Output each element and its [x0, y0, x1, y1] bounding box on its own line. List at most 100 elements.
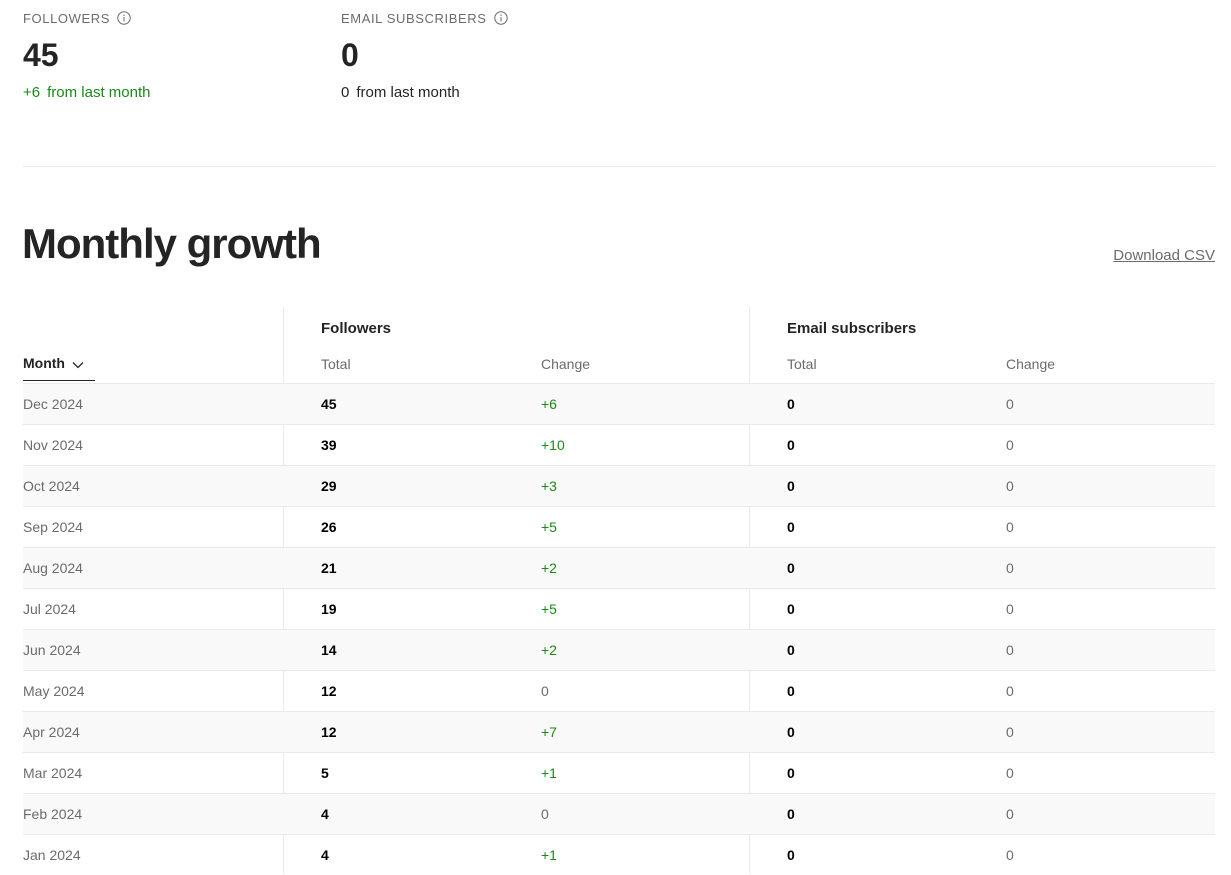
- table-row: Jul 2024 19 +5 0 0: [23, 588, 1215, 629]
- email-change-cell: 0: [1006, 806, 1014, 822]
- table-row: Feb 2024 4 0 0 0: [23, 793, 1215, 834]
- email-total-cell: 0: [787, 601, 795, 617]
- page-title: Monthly growth: [22, 220, 322, 267]
- email-subscribers-group-header: Email subscribers: [787, 320, 917, 337]
- followers-change-cell: +10: [541, 437, 565, 453]
- month-cell: Mar 2024: [23, 765, 83, 781]
- month-cell: Nov 2024: [23, 437, 83, 453]
- followers-change-cell: +1: [541, 847, 557, 863]
- email-total-cell: 0: [787, 437, 795, 453]
- followers-total-cell: 26: [321, 519, 337, 535]
- email-change-cell: 0: [1006, 765, 1014, 781]
- followers-change-cell: +2: [541, 560, 557, 576]
- followers-total-cell: 19: [321, 601, 337, 617]
- followers-change: +6 from last month: [23, 84, 150, 102]
- followers-change-cell: +1: [541, 765, 557, 781]
- email-change-cell: 0: [1006, 560, 1014, 576]
- table-row: May 2024 12 0 0 0: [23, 670, 1215, 711]
- email-total-cell: 0: [787, 683, 795, 699]
- followers-group-header: Followers: [321, 320, 392, 337]
- table-body: Dec 2024 45 +6 0 0 Nov 2024 39 +10 0 0 Oct 2024 29 +…: [23, 383, 1215, 875]
- followers-delta-suffix: from last month: [47, 84, 151, 101]
- table-row: Sep 2024 26 +5 0 0: [23, 506, 1215, 547]
- followers-stat: FOLLOWERS 45 +6 from last month: [23, 10, 150, 102]
- email-total-cell: 0: [787, 847, 795, 863]
- chevron-down-icon: [72, 362, 84, 369]
- email-change-cell: 0: [1006, 683, 1014, 699]
- followers-total-cell: 4: [321, 847, 329, 863]
- followers-total-cell: 14: [321, 642, 337, 658]
- email-change-cell: 0: [1006, 519, 1014, 535]
- email-total-cell: 0: [787, 560, 795, 576]
- month-cell: Jan 2024: [23, 847, 81, 863]
- email-change-cell: 0: [1006, 437, 1014, 453]
- followers-change-cell: 0: [541, 806, 549, 822]
- month-cell: Aug 2024: [23, 560, 83, 576]
- stats-summary: FOLLOWERS 45 +6 from last month EMAIL SUB…: [23, 0, 1215, 167]
- email-total-header: Total: [787, 356, 817, 372]
- email-stat-header: EMAIL SUBSCRIBERS: [341, 10, 508, 26]
- followers-total-cell: 5: [321, 765, 329, 781]
- followers-total-cell: 39: [321, 437, 337, 453]
- email-delta: 0: [341, 84, 350, 101]
- table-row: Apr 2024 12 +7 0 0: [23, 711, 1215, 752]
- table-row: Jan 2024 4 +1 0 0: [23, 834, 1215, 875]
- followers-count: 45: [23, 37, 59, 73]
- email-total-cell: 0: [787, 806, 795, 822]
- email-change-cell: 0: [1006, 601, 1014, 617]
- followers-change-cell: +5: [541, 519, 557, 535]
- email-delta-suffix: from last month: [356, 84, 460, 101]
- table-row: Aug 2024 21 +2 0 0: [23, 547, 1215, 588]
- email-subscribers-stat: EMAIL SUBSCRIBERS 0 0 from last month: [341, 10, 508, 102]
- month-sort-button[interactable]: Month: [23, 353, 95, 381]
- table-row: Mar 2024 5 +1 0 0: [23, 752, 1215, 793]
- table-row: Oct 2024 29 +3 0 0: [23, 465, 1215, 506]
- followers-total-header: Total: [321, 356, 351, 372]
- followers-stat-label: FOLLOWERS: [23, 10, 111, 26]
- email-change-cell: 0: [1006, 478, 1014, 494]
- email-total-cell: 0: [787, 478, 795, 494]
- month-cell: Sep 2024: [23, 519, 83, 535]
- followers-delta: +6: [23, 84, 41, 101]
- followers-change-header: Change: [541, 356, 591, 372]
- email-total-cell: 0: [787, 519, 795, 535]
- table-row: Dec 2024 45 +6 0 0: [23, 383, 1215, 424]
- followers-total-cell: 29: [321, 478, 337, 494]
- month-cell: Feb 2024: [23, 806, 83, 822]
- followers-total-cell: 12: [321, 724, 337, 740]
- followers-change-cell: +2: [541, 642, 557, 658]
- followers-change-cell: +6: [541, 396, 557, 412]
- email-change-cell: 0: [1006, 847, 1014, 863]
- info-icon[interactable]: [117, 11, 131, 25]
- table-row: Nov 2024 39 +10 0 0: [23, 424, 1215, 465]
- table-header: Followers Email subscribers Month Total …: [23, 307, 1215, 383]
- followers-change-cell: +7: [541, 724, 557, 740]
- month-cell: Jul 2024: [23, 601, 76, 617]
- email-stat-label: EMAIL SUBSCRIBERS: [341, 10, 487, 26]
- email-total-cell: 0: [787, 724, 795, 740]
- email-total-cell: 0: [787, 396, 795, 412]
- email-change-cell: 0: [1006, 396, 1014, 412]
- month-cell: Jun 2024: [23, 642, 81, 658]
- email-total-cell: 0: [787, 765, 795, 781]
- table-row: Jun 2024 14 +2 0 0: [23, 629, 1215, 670]
- month-cell: Oct 2024: [23, 478, 80, 494]
- email-change-cell: 0: [1006, 724, 1014, 740]
- followers-change-cell: +3: [541, 478, 557, 494]
- followers-change-cell: 0: [541, 683, 549, 699]
- email-change-header: Change: [1006, 356, 1056, 372]
- month-cell: Dec 2024: [23, 396, 83, 412]
- email-subscribers-change: 0 from last month: [341, 84, 508, 102]
- monthly-growth-table: Followers Email subscribers Month Total …: [23, 307, 1215, 875]
- followers-stat-header: FOLLOWERS: [23, 10, 150, 26]
- email-change-cell: 0: [1006, 642, 1014, 658]
- followers-total-cell: 12: [321, 683, 337, 699]
- download-csv-link[interactable]: Download CSV: [1113, 247, 1215, 264]
- email-total-cell: 0: [787, 642, 795, 658]
- info-icon[interactable]: [493, 11, 508, 25]
- followers-total-cell: 45: [321, 396, 337, 412]
- followers-total-cell: 4: [321, 806, 329, 822]
- email-subscribers-count: 0: [341, 37, 359, 73]
- followers-total-cell: 21: [321, 560, 337, 576]
- month-cell: May 2024: [23, 683, 85, 699]
